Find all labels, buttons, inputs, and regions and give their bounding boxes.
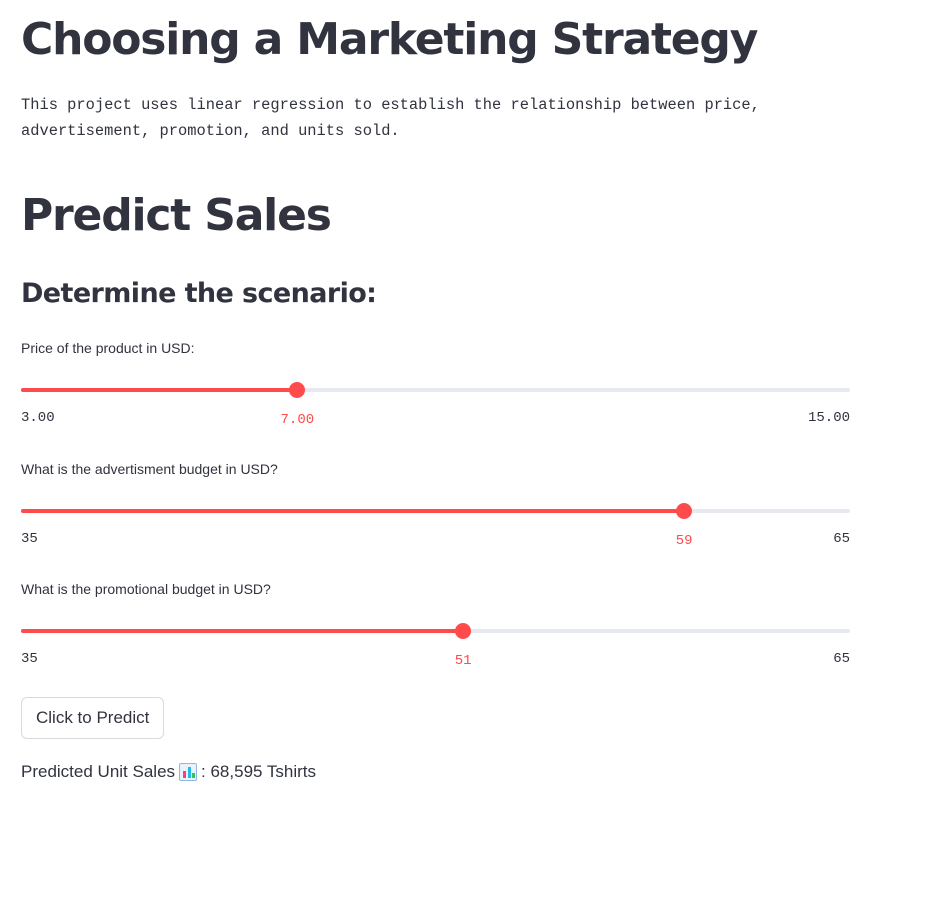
project-description: This project uses linear regression to e…: [21, 96, 760, 140]
price-slider-value: 7.00: [280, 412, 315, 428]
result-suffix: : 68,595 Tshirts: [201, 762, 317, 781]
price-slider-fill: [21, 388, 298, 392]
advertisement-slider-max: 65: [833, 531, 850, 547]
advertisement-slider-min: 35: [21, 531, 38, 547]
price-slider-label: Price of the product in USD:: [21, 340, 195, 356]
predict-button[interactable]: Click to Predict: [21, 697, 165, 739]
promotion-slider-min: 35: [21, 651, 38, 667]
promotion-slider-value: 51: [454, 653, 472, 669]
promotion-slider-track[interactable]: 51: [21, 623, 850, 669]
price-slider-thumb[interactable]: [289, 382, 306, 398]
section-title: Predict Sales: [21, 190, 332, 241]
result-prefix: Predicted Unit Sales: [21, 762, 176, 781]
subsection-title: Determine the scenario:: [21, 278, 377, 309]
advertisement-slider-label: What is the advertisment budget in USD?: [21, 461, 278, 477]
promotion-slider-fill: [21, 629, 464, 633]
advertisement-slider-thumb[interactable]: [676, 503, 693, 519]
advertisement-slider-value: 59: [675, 533, 693, 549]
price-slider-min: 3.00: [21, 410, 55, 426]
advertisement-slider-track[interactable]: 59: [21, 503, 850, 549]
promotion-slider-thumb[interactable]: [455, 623, 472, 639]
advertisement-slider-fill: [21, 509, 685, 513]
price-slider-track[interactable]: 7.00: [21, 382, 850, 428]
price-slider-max: 15.00: [807, 410, 850, 426]
bar-chart-icon: [179, 763, 198, 781]
promotion-slider-max: 65: [833, 651, 850, 667]
promotion-slider-label: What is the promotional budget in USD?: [21, 581, 271, 597]
prediction-result: Predicted Unit Sales : 68,595 Tshirts: [21, 762, 316, 782]
promotion-slider[interactable]: What is the promotional budget in USD? 5…: [21, 581, 850, 681]
price-slider[interactable]: Price of the product in USD: 7.00 3.00 1…: [21, 340, 850, 440]
page-title: Choosing a Marketing Strategy: [21, 14, 758, 65]
advertisement-slider[interactable]: What is the advertisment budget in USD? …: [21, 461, 850, 561]
